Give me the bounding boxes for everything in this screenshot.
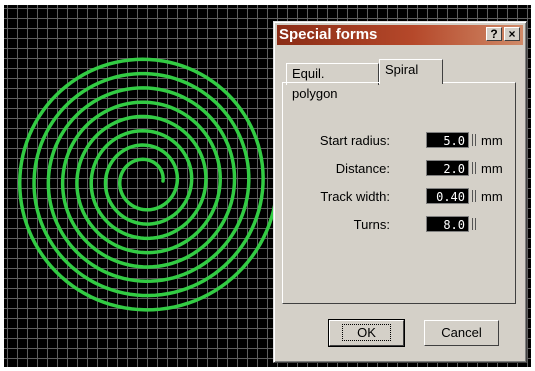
close-button[interactable]: ×: [504, 27, 520, 41]
ok-label: OK: [342, 324, 391, 341]
track-width-field[interactable]: 0.40: [426, 188, 469, 204]
track-width-spinner[interactable]: [472, 190, 476, 202]
ok-button[interactable]: OK: [328, 319, 405, 347]
turns-label: Turns:: [353, 217, 390, 232]
dialog-title: Special forms: [279, 26, 378, 43]
special-forms-dialog: Special forms ? × Equil. polygon Spiral …: [273, 21, 527, 363]
track-width-label: Track width:: [320, 189, 390, 204]
title-bar[interactable]: Special forms ? ×: [277, 25, 523, 45]
turns-spinner[interactable]: [472, 218, 476, 230]
start-radius-unit: mm: [481, 133, 503, 148]
distance-field[interactable]: 2.0: [426, 160, 469, 176]
distance-unit: mm: [481, 161, 503, 176]
spiral-tab-panel: Start radius: 5.0 mm Distance: 2.0 mm Tr…: [282, 82, 516, 304]
distance-label: Distance:: [335, 161, 390, 176]
start-radius-spinner[interactable]: [472, 134, 476, 146]
turns-field[interactable]: 8.0: [426, 216, 469, 232]
track-width-unit: mm: [481, 189, 503, 204]
help-button[interactable]: ?: [486, 27, 502, 41]
cancel-button[interactable]: Cancel: [424, 320, 499, 346]
distance-spinner[interactable]: [472, 162, 476, 174]
tab-spiral[interactable]: Spiral: [379, 59, 443, 84]
spiral-path[interactable]: [17, 57, 280, 312]
start-radius-label: Start radius:: [319, 133, 390, 148]
start-radius-field[interactable]: 5.0: [426, 132, 469, 148]
